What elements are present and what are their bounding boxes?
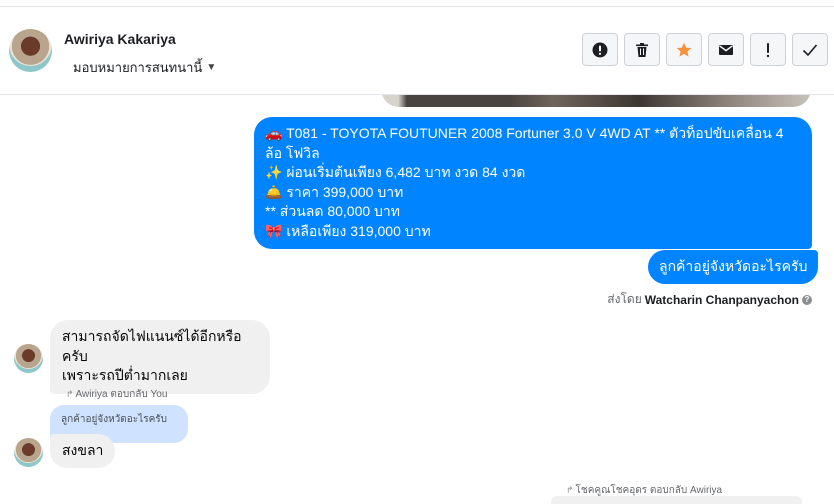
conversation-header: Awiriya Kakariya มอบหมายการสนทนานี้ ▼ [0,7,834,95]
exclamation-icon [766,42,770,57]
incoming-message-finance[interactable]: สามารถจัดไฟแนนซ์ได้อีกหรือครับ เพราะรถปี… [50,320,270,394]
follow-up-button[interactable] [750,33,786,66]
sent-by-info: ส่งโดย Watcharin Chanpanyachon ? [607,290,812,309]
trash-icon [636,42,648,57]
outgoing-message-province-question[interactable]: ลูกค้าอยู่จังหวัดอะไรครับ [648,250,819,284]
reply-arrow-icon: ↱ [566,485,574,495]
star-icon [676,42,692,57]
assign-conversation-dropdown[interactable]: มอบหมายการสนทนานี้ ▼ [73,57,216,78]
reply-arrow-icon: ↱ [66,389,74,399]
incoming-line-2: เพราะรถปีต่ำมากเลย [62,367,188,383]
contact-avatar[interactable] [9,29,52,72]
outgoing-message-listing[interactable]: 🚗 T081 - TOYOTA FOUTUNER 2008 Fortuner 3… [254,117,812,249]
listing-title-line: 🚗 T081 - TOYOTA FOUTUNER 2008 Fortuner 3… [265,125,784,161]
exclamation-circle-icon [592,42,608,57]
incoming-line-1: สามารถจัดไฟแนนซ์ได้อีกหรือครับ [62,328,242,364]
assign-label: มอบหมายการสนทนานี้ [73,60,203,75]
mark-unread-button[interactable] [708,33,744,66]
partial-message-bubble [551,496,802,504]
star-button[interactable] [666,33,702,66]
reply-label-text: Awiriya ตอบกลับ You [75,389,168,400]
car-photo-attachment[interactable] [381,95,811,107]
caret-down-icon: ▼ [206,62,217,73]
done-button[interactable] [792,33,828,66]
listing-discount-line: ** ส่วนลด 80,000 บาท [265,203,401,219]
question-mark-icon[interactable]: ? [802,294,812,305]
spam-button[interactable] [582,33,618,66]
sent-by-name: Watcharin Chanpanyachon [644,292,799,307]
contact-name[interactable]: Awiriya Kakariya [64,31,176,47]
listing-installment-line: ✨ ผ่อนเริ่มต้นเพียง 6,482 บาท งวด 84 งวด [265,164,526,180]
message-thread[interactable]: 🚗 T081 - TOYOTA FOUTUNER 2008 Fortuner 3… [0,95,834,504]
delete-button[interactable] [624,33,660,66]
contact-avatar-small[interactable] [14,438,43,467]
contact-avatar-small[interactable] [14,344,43,373]
sent-by-prefix: ส่งโดย [607,292,642,306]
incoming-message-songkhla[interactable]: สงขลา [50,434,116,468]
envelope-icon [719,44,733,55]
check-icon [802,43,818,56]
reply-label: ↱ Awiriya ตอบกลับ You [66,387,167,402]
listing-price-line: 🛎️ ราคา 399,000 บาท [265,183,404,200]
header-actions [582,33,828,66]
listing-final-price-line: 🎀 เหลือเพียง 319,000 บาท [265,222,431,239]
